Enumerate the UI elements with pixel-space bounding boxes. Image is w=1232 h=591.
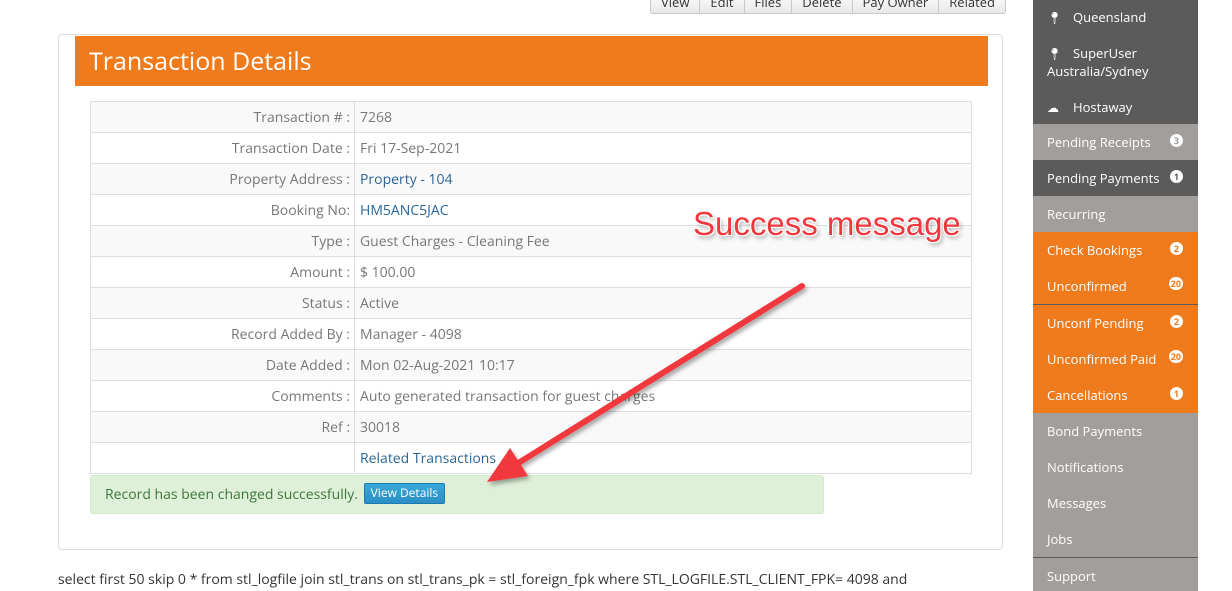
count-badge: 20 <box>1168 350 1183 363</box>
sidebar: 📍︎ Queensland 📍︎ SuperUser Australia/Sydne… <box>1033 0 1198 591</box>
sidebar-item-label: Check Bookings <box>1047 241 1143 259</box>
sidebar-item-label: Support <box>1047 567 1096 585</box>
pay-owner-button[interactable]: Pay Owner <box>851 0 939 14</box>
row-value: 7268 <box>354 101 972 133</box>
success-alert-text: Record has been changed successfully. <box>105 485 358 504</box>
row-value: Auto generated transaction for guest cha… <box>354 380 972 412</box>
count-badge: 1 <box>1170 387 1183 400</box>
sidebar-item-label: Messages <box>1047 494 1107 512</box>
sidebar-item-label: Notifications <box>1047 458 1124 476</box>
sidebar-item-pending-receipts[interactable]: Pending Receipts 3 <box>1033 124 1198 160</box>
table-row: Status : Active <box>90 287 972 319</box>
row-value: Manager - 4098 <box>354 318 972 350</box>
related-button[interactable]: Related <box>938 0 1006 14</box>
table-row: Property Address : Property - 104 <box>90 163 972 195</box>
view-details-button[interactable]: View Details <box>363 483 446 505</box>
sql-debug-text: select first 50 skip 0 * from stl_logfil… <box>58 570 908 589</box>
sidebar-item-unconfirmed-paid[interactable]: Unconfirmed Paid 20 <box>1033 341 1198 377</box>
sidebar-item-label: Pending Payments <box>1047 169 1160 187</box>
count-badge: 2 <box>1170 315 1183 328</box>
sidebar-hostaway[interactable]: ☁︎ Hostaway <box>1033 98 1198 116</box>
sidebar-item-unconfirmed[interactable]: Unconfirmed 20 <box>1033 268 1198 304</box>
row-label: Comments : <box>90 380 355 412</box>
row-label: Transaction # : <box>90 101 355 133</box>
sidebar-item-cancellations[interactable]: Cancellations 1 <box>1033 377 1198 413</box>
delete-button[interactable]: Delete <box>791 0 852 14</box>
sidebar-item-label: Recurring <box>1047 205 1106 223</box>
count-badge: 3 <box>1170 134 1183 147</box>
sidebar-item-label: Bond Payments <box>1047 422 1143 440</box>
row-value: Fri 17-Sep-2021 <box>354 132 972 164</box>
row-label: Status : <box>90 287 355 319</box>
sidebar-item-label: Unconfirmed <box>1047 277 1127 295</box>
location-label: Hostaway <box>1073 98 1133 116</box>
cloud-download-icon: ☁︎ <box>1047 99 1059 116</box>
row-label: Type : <box>90 225 355 257</box>
table-row: Transaction # :7268 <box>90 101 972 133</box>
map-pin-icon: 📍︎ <box>1047 45 1063 62</box>
table-row: Record Added By : Manager - 4098 <box>90 318 972 350</box>
sidebar-item-label: Pending Receipts <box>1047 133 1151 151</box>
transaction-details-table: Transaction # :7268 Transaction Date : Fr… <box>90 101 972 474</box>
row-label: Ref : <box>90 411 355 443</box>
record-action-toolbar: View Edit Files Delete Pay Owner Related <box>650 0 1006 14</box>
count-badge: 1 <box>1170 170 1183 183</box>
related-transactions-link[interactable]: Related Transactions <box>360 449 496 468</box>
property-address-link[interactable]: Property - 104 <box>360 170 453 189</box>
row-label: Record Added By : <box>90 318 355 350</box>
table-row: Transaction Date : Fri 17-Sep-2021 <box>90 132 972 164</box>
sidebar-item-label: Unconfirmed Paid <box>1047 350 1157 368</box>
sidebar-item-bond-payments[interactable]: Bond Payments <box>1033 413 1198 449</box>
sidebar-item-label: Unconf Pending <box>1047 314 1144 332</box>
annotation-label: Success message <box>693 205 961 242</box>
table-row: Comments : Auto generated transaction for… <box>90 380 972 412</box>
row-value: 30018 <box>354 411 972 443</box>
sidebar-item-label: Jobs <box>1047 530 1073 548</box>
panel-title: Transaction Details <box>75 36 988 86</box>
table-row: Related Transactions <box>90 442 972 474</box>
transaction-panel: Transaction Details Transaction # :7268 … <box>58 34 1003 550</box>
row-value: $ 100.00 <box>354 256 972 288</box>
location-label: Queensland <box>1073 8 1147 26</box>
row-value: Mon 02-Aug-2021 10:17 <box>354 349 972 381</box>
sidebar-item-jobs[interactable]: Jobs <box>1033 521 1198 557</box>
count-badge: 20 <box>1168 277 1183 290</box>
row-label: Property Address : <box>90 163 355 195</box>
sidebar-item-support[interactable]: Support <box>1033 558 1198 591</box>
table-row: Ref :30018 <box>90 411 972 443</box>
files-button[interactable]: Files <box>743 0 792 14</box>
row-label: Booking No: <box>90 194 355 226</box>
sidebar-item-notifications[interactable]: Notifications <box>1033 449 1198 485</box>
row-label <box>90 442 355 474</box>
count-badge: 2 <box>1170 242 1183 255</box>
sidebar-item-label: Cancellations <box>1047 386 1128 404</box>
edit-button[interactable]: Edit <box>699 0 744 14</box>
sidebar-item-recurring[interactable]: Recurring <box>1033 196 1198 232</box>
row-label: Amount : <box>90 256 355 288</box>
success-alert: Record has been changed successfully. Vi… <box>90 475 824 514</box>
view-button[interactable]: View <box>650 0 700 14</box>
row-label: Date Added : <box>90 349 355 381</box>
sidebar-location-superuser[interactable]: 📍︎ SuperUser <box>1033 44 1198 62</box>
map-pin-icon: 📍︎ <box>1047 9 1063 26</box>
sidebar-location-queensland[interactable]: 📍︎ Queensland <box>1033 8 1198 26</box>
sidebar-item-unconf-pending[interactable]: Unconf Pending 2 <box>1033 305 1198 341</box>
timezone-label: Australia/Sydney <box>1047 62 1149 80</box>
row-value: Active <box>354 287 972 319</box>
table-row: Amount : $ 100.00 <box>90 256 972 288</box>
booking-number-link[interactable]: HM5ANC5JAC <box>360 201 449 220</box>
sidebar-item-messages[interactable]: Messages <box>1033 485 1198 521</box>
sidebar-timezone: Australia/Sydney <box>1033 62 1198 80</box>
sidebar-item-check-bookings[interactable]: Check Bookings 2 <box>1033 232 1198 268</box>
table-row: Date Added : Mon 02-Aug-2021 10:17 <box>90 349 972 381</box>
row-label: Transaction Date : <box>90 132 355 164</box>
location-label: SuperUser <box>1073 44 1137 62</box>
sidebar-item-pending-payments[interactable]: Pending Payments 1 <box>1033 160 1198 196</box>
